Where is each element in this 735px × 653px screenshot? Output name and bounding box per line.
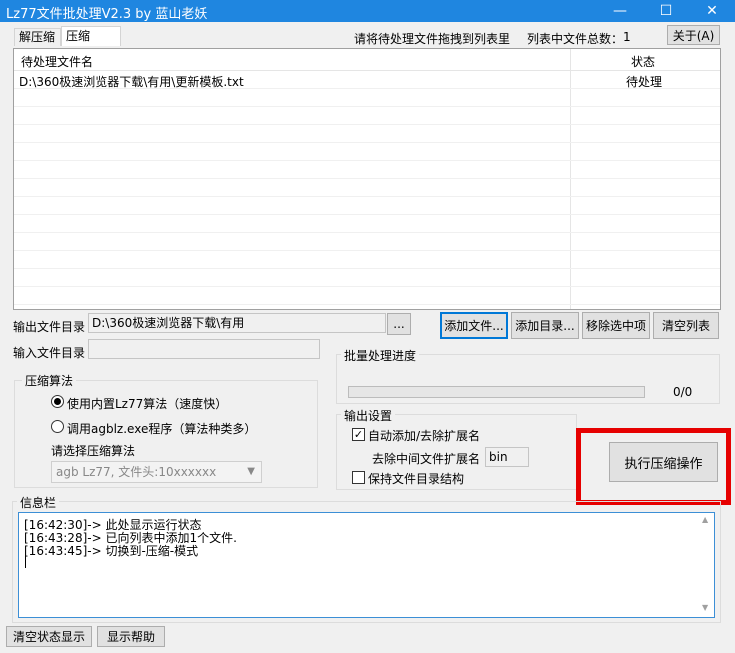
strip-ext-label: 去除中间文件扩展名 <box>372 452 481 466</box>
text-cursor <box>25 556 26 568</box>
empty-row <box>14 197 720 215</box>
info-group-title: 信息栏 <box>17 494 60 511</box>
empty-row <box>14 161 720 179</box>
show-help-button[interactable]: 显示帮助 <box>97 626 165 647</box>
input-dir-field[interactable] <box>88 339 320 359</box>
input-dir-label: 输入文件目录 <box>13 346 86 360</box>
clear-list-button[interactable]: 清空列表 <box>653 312 719 339</box>
add-directory-button[interactable]: 添加目录... <box>511 312 579 339</box>
browse-output-button[interactable]: ... <box>387 313 411 335</box>
file-count-value: 1 <box>623 30 631 44</box>
row-status: 待处理 <box>626 75 663 89</box>
empty-row <box>14 287 720 305</box>
remove-selected-button[interactable]: 移除选中项 <box>582 312 650 339</box>
radio-external-label[interactable]: 调用agblz.exe程序（算法种类多） <box>67 420 256 437</box>
strip-ext-field[interactable]: bin <box>485 447 529 467</box>
window-title: Lz77文件批处理V2.3 by 蓝山老妖 <box>6 7 208 22</box>
log-textarea[interactable]: [16:42:30]-> 此处显示运行状态 [16:43:28]-> 已向列表中… <box>18 512 715 618</box>
column-filename[interactable]: 待处理文件名 <box>21 53 93 70</box>
minimize-button[interactable]: — <box>597 0 643 22</box>
empty-row <box>14 89 720 107</box>
empty-row <box>14 125 720 143</box>
log-line: [16:43:45]-> 切换到-压缩-模式 <box>24 544 199 558</box>
close-button[interactable]: ✕ <box>689 0 735 22</box>
log-scrollbar[interactable]: ▲ ▼ <box>698 513 714 617</box>
progress-group-title: 批量处理进度 <box>341 347 420 364</box>
output-dir-label: 输出文件目录 <box>13 320 86 334</box>
empty-row <box>14 269 720 287</box>
file-count-label: 列表中文件总数： <box>527 32 624 46</box>
drag-hint: 请将待处理文件拖拽到列表里 <box>354 32 511 46</box>
empty-row <box>14 179 720 197</box>
radio-builtin[interactable] <box>51 395 64 408</box>
radio-builtin-label[interactable]: 使用内置Lz77算法（速度快） <box>67 395 227 412</box>
empty-row <box>14 251 720 269</box>
output-dir-field[interactable]: D:\360极速浏览器下载\有用 <box>88 313 386 333</box>
highlight-box <box>576 428 731 505</box>
algorithm-select-label: 请选择压缩算法 <box>51 444 136 458</box>
auto-ext-label[interactable]: 自动添加/去除扩展名 <box>368 427 480 444</box>
clear-status-button[interactable]: 清空状态显示 <box>6 626 92 647</box>
empty-row <box>14 143 720 161</box>
empty-row <box>14 215 720 233</box>
scroll-down-icon[interactable]: ▼ <box>702 603 708 612</box>
radio-external[interactable] <box>51 420 64 433</box>
chevron-down-icon: ▼ <box>247 466 255 477</box>
progress-bar <box>348 386 645 398</box>
algorithm-select-value: agb Lz77, 文件头:10xxxxxx <box>56 465 217 479</box>
output-settings-title: 输出设置 <box>341 407 396 424</box>
scroll-up-icon[interactable]: ▲ <box>702 515 708 524</box>
about-button[interactable]: 关于(A) <box>667 25 720 45</box>
maximize-button[interactable]: ☐ <box>643 0 689 22</box>
table-row[interactable]: D:\360极速浏览器下载\有用\更新模板.txt 待处理 <box>14 71 720 89</box>
add-file-button[interactable]: 添加文件... <box>440 312 508 339</box>
tab-compress[interactable]: 压缩 <box>61 26 121 46</box>
empty-row <box>14 233 720 251</box>
empty-row <box>14 107 720 125</box>
compression-group-title: 压缩算法 <box>22 372 77 389</box>
column-status[interactable]: 状态 <box>631 53 655 70</box>
file-list-header: 待处理文件名 状态 <box>14 49 720 71</box>
tab-decompress[interactable]: 解压缩 <box>14 28 61 46</box>
keep-structure-checkbox[interactable] <box>352 471 365 484</box>
keep-structure-label[interactable]: 保持文件目录结构 <box>368 470 464 487</box>
algorithm-select[interactable]: agb Lz77, 文件头:10xxxxxx ▼ <box>51 461 262 483</box>
title-bar[interactable]: Lz77文件批处理V2.3 by 蓝山老妖 — ☐ ✕ <box>0 0 735 22</box>
progress-text: 0/0 <box>673 385 693 399</box>
file-list[interactable]: 待处理文件名 状态 D:\360极速浏览器下载\有用\更新模板.txt 待处理 <box>13 48 721 310</box>
row-filename: D:\360极速浏览器下载\有用\更新模板.txt <box>19 75 244 89</box>
auto-ext-checkbox[interactable]: ✓ <box>352 428 365 441</box>
